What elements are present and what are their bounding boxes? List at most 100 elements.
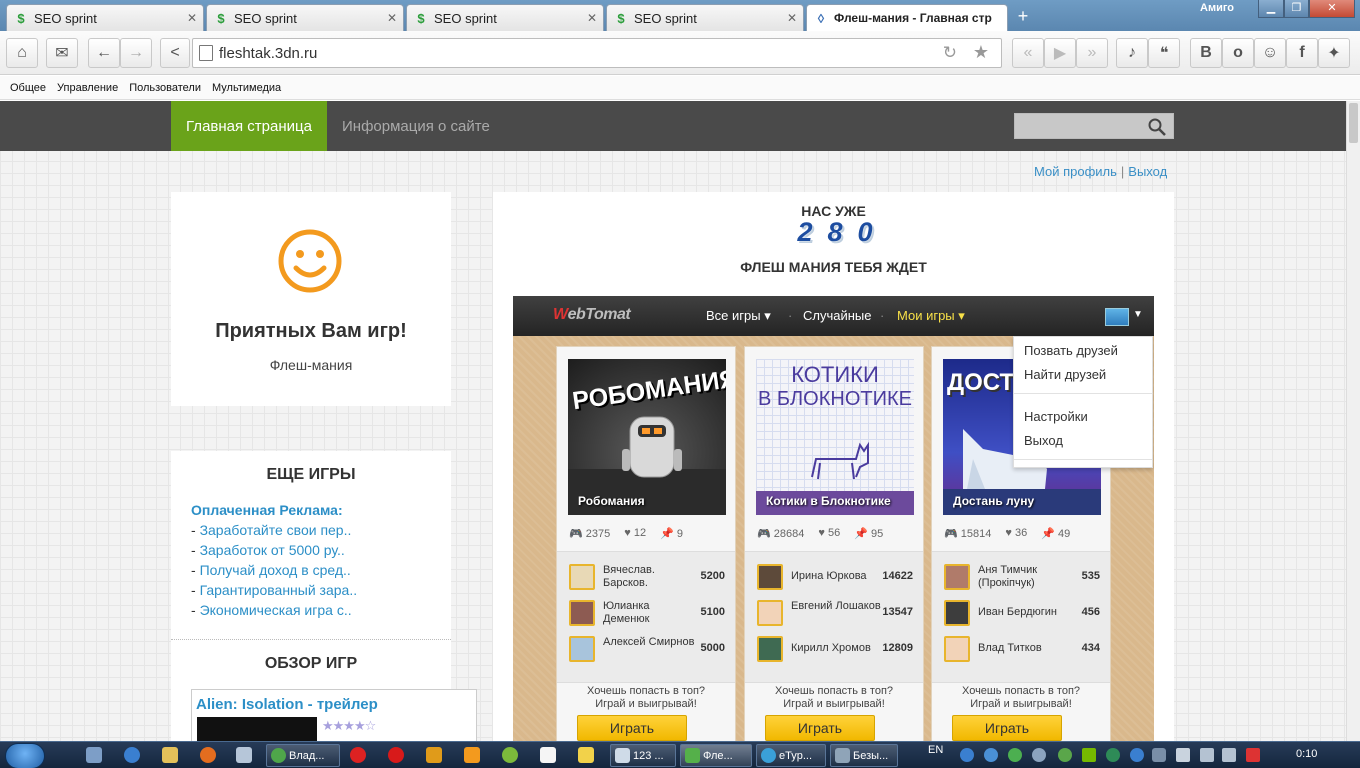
leaderboard-row[interactable]: Алексей Смирнов 5000 bbox=[569, 634, 725, 666]
taskbar-app[interactable]: Безы... bbox=[830, 744, 898, 767]
facebook-icon[interactable]: f bbox=[1286, 38, 1318, 68]
tray-icon[interactable] bbox=[1008, 748, 1022, 762]
taskbar-app-active[interactable]: Фле... bbox=[680, 744, 752, 767]
language-indicator[interactable]: EN bbox=[928, 744, 943, 756]
menu-item-settings[interactable]: Настройки bbox=[1024, 409, 1088, 424]
app-icon[interactable] bbox=[426, 747, 442, 763]
menu-random[interactable]: Случайные bbox=[803, 308, 872, 323]
my-profile-link[interactable]: Мой профиль bbox=[1034, 164, 1117, 179]
browser-tab-active[interactable]: ◊ Флеш-мания - Главная стр bbox=[806, 4, 1008, 31]
menu-item-find-friends[interactable]: Найти друзей bbox=[1024, 367, 1106, 382]
explorer-icon[interactable] bbox=[86, 747, 102, 763]
start-button[interactable] bbox=[5, 743, 45, 768]
odnoklassniki-icon[interactable]: о bbox=[1222, 38, 1254, 68]
play-button[interactable]: Играть bbox=[952, 715, 1062, 741]
tray-icon[interactable] bbox=[1032, 748, 1046, 762]
tray-icon[interactable] bbox=[1058, 748, 1072, 762]
review-title[interactable]: Alien: Isolation - трейлер bbox=[196, 696, 378, 713]
browser-tab[interactable]: $ SEO sprint ✕ bbox=[206, 4, 404, 31]
browser-icon[interactable] bbox=[124, 747, 140, 763]
minimize-button[interactable]: ▁ bbox=[1258, 0, 1284, 18]
share-icon[interactable]: < bbox=[160, 38, 190, 68]
star-icon[interactable]: ★ bbox=[973, 42, 989, 63]
menu-item-logout[interactable]: Выход bbox=[1024, 433, 1063, 448]
amigo-icon[interactable] bbox=[502, 747, 518, 763]
chevron-down-icon[interactable]: ▼ bbox=[1133, 309, 1143, 320]
browser-tab[interactable]: $ SEO sprint ✕ bbox=[606, 4, 804, 31]
ad-link[interactable]: - Заработайте свои пер.. bbox=[191, 522, 351, 538]
leaderboard-row[interactable]: Юлианка Деменюк 5100 bbox=[569, 598, 725, 630]
bookmark-general[interactable]: Общее bbox=[10, 82, 46, 94]
music-icon[interactable]: ♪ bbox=[1116, 38, 1148, 68]
tray-icon[interactable] bbox=[1246, 748, 1260, 762]
rewind-icon[interactable]: « bbox=[1012, 38, 1044, 68]
leaderboard-row[interactable]: Влад Титков 434 bbox=[944, 634, 1100, 666]
window-close-button[interactable]: ✕ bbox=[1309, 0, 1355, 18]
review-item[interactable]: Alien: Isolation - трейлер ★★★★☆ bbox=[191, 689, 477, 741]
leaderboard-row[interactable]: Иван Бердюгин 456 bbox=[944, 598, 1100, 630]
tray-icon[interactable] bbox=[984, 748, 998, 762]
game-thumbnail[interactable]: КОТИКИ В БЛОКНОТИКЕ Котики в Блокнотике bbox=[756, 359, 914, 515]
leaderboard-row[interactable]: Евгений Лошаков 13547 bbox=[757, 598, 913, 630]
moi-mir-icon[interactable]: ☺ bbox=[1254, 38, 1286, 68]
review-thumbnail[interactable] bbox=[197, 717, 317, 741]
nav-home-link[interactable]: Главная страница bbox=[171, 101, 327, 151]
page-scrollbar[interactable] bbox=[1346, 101, 1360, 741]
fastforward-icon[interactable]: » bbox=[1076, 38, 1108, 68]
ad-link[interactable]: - Экономическая игра с.. bbox=[191, 602, 352, 618]
tray-icon[interactable] bbox=[960, 748, 974, 762]
menu-my-games[interactable]: Мои игры ▾ bbox=[897, 308, 965, 324]
browser-tab[interactable]: $ SEO sprint ✕ bbox=[406, 4, 604, 31]
game-thumbnail[interactable]: РОБОМАНИЯ Робомания bbox=[568, 359, 726, 515]
new-tab-button[interactable]: + bbox=[1011, 5, 1035, 27]
vk-icon[interactable]: В bbox=[1190, 38, 1222, 68]
close-icon[interactable]: ✕ bbox=[387, 11, 397, 25]
folder-icon[interactable] bbox=[162, 747, 178, 763]
leaderboard-row[interactable]: Кирилл Хромов 12809 bbox=[757, 634, 913, 666]
document-icon[interactable] bbox=[236, 747, 252, 763]
menu-item-invite-friends[interactable]: Позвать друзей bbox=[1024, 343, 1118, 358]
leaderboard-row[interactable]: Вячеслав. Барсков. 5200 bbox=[569, 562, 725, 594]
menu-all-games[interactable]: Все игры ▾ bbox=[706, 308, 771, 324]
ad-link[interactable]: - Получай доход в сред.. bbox=[191, 562, 351, 578]
bookmark-users[interactable]: Пользователи bbox=[129, 82, 201, 94]
opera-icon[interactable] bbox=[388, 747, 404, 763]
firefox-icon[interactable] bbox=[200, 747, 216, 763]
bookmark-management[interactable]: Управление bbox=[57, 82, 118, 94]
chat-icon[interactable]: ❝ bbox=[1148, 38, 1180, 68]
reload-icon[interactable]: ↻ bbox=[943, 43, 957, 63]
webtomat-logo[interactable]: WebTomat bbox=[553, 306, 631, 324]
odnoklassniki-icon[interactable] bbox=[464, 747, 480, 763]
tray-icon[interactable] bbox=[1130, 748, 1144, 762]
mail-icon[interactable]: ✉ bbox=[46, 38, 78, 68]
close-icon[interactable]: ✕ bbox=[787, 11, 797, 25]
address-bar[interactable]: fleshtak.3dn.ru ↻ ★ bbox=[192, 38, 1002, 68]
back-icon[interactable]: ← bbox=[88, 38, 120, 68]
tray-icon[interactable] bbox=[1106, 748, 1120, 762]
leaderboard-row[interactable]: Аня Тимчик (Прокiпчук) 535 bbox=[944, 562, 1100, 594]
maximize-button[interactable]: ❐ bbox=[1284, 0, 1309, 18]
play-icon[interactable]: ▶ bbox=[1044, 38, 1076, 68]
taskbar-app[interactable]: Влад... bbox=[266, 744, 340, 767]
logout-link[interactable]: Выход bbox=[1128, 164, 1167, 179]
twitter-icon[interactable]: ✦ bbox=[1318, 38, 1350, 68]
close-icon[interactable]: ✕ bbox=[587, 11, 597, 25]
play-button[interactable]: Играть bbox=[577, 715, 687, 741]
nav-info-link[interactable]: Информация о сайте bbox=[342, 101, 490, 151]
scrollbar-thumb[interactable] bbox=[1349, 103, 1358, 143]
volume-icon[interactable] bbox=[1222, 748, 1236, 762]
yandex-icon[interactable] bbox=[350, 747, 366, 763]
user-avatar[interactable] bbox=[1105, 308, 1129, 326]
ad-link[interactable]: - Заработок от 5000 ру.. bbox=[191, 542, 345, 558]
flag-icon[interactable] bbox=[1176, 748, 1190, 762]
browser-tab[interactable]: $ SEO sprint ✕ bbox=[6, 4, 204, 31]
forward-icon[interactable]: → bbox=[120, 38, 152, 68]
leaderboard-row[interactable]: Ирина Юркова 14622 bbox=[757, 562, 913, 594]
play-button[interactable]: Играть bbox=[765, 715, 875, 741]
nvidia-icon[interactable] bbox=[1082, 748, 1096, 762]
home-icon[interactable]: ⌂ bbox=[6, 38, 38, 68]
bookmark-multimedia[interactable]: Мультимедиа bbox=[212, 82, 281, 94]
clock[interactable]: 0:10 bbox=[1296, 748, 1317, 760]
taskbar-app[interactable]: eTyp... bbox=[756, 744, 826, 767]
ad-link[interactable]: - Гарантированный зара.. bbox=[191, 582, 357, 598]
